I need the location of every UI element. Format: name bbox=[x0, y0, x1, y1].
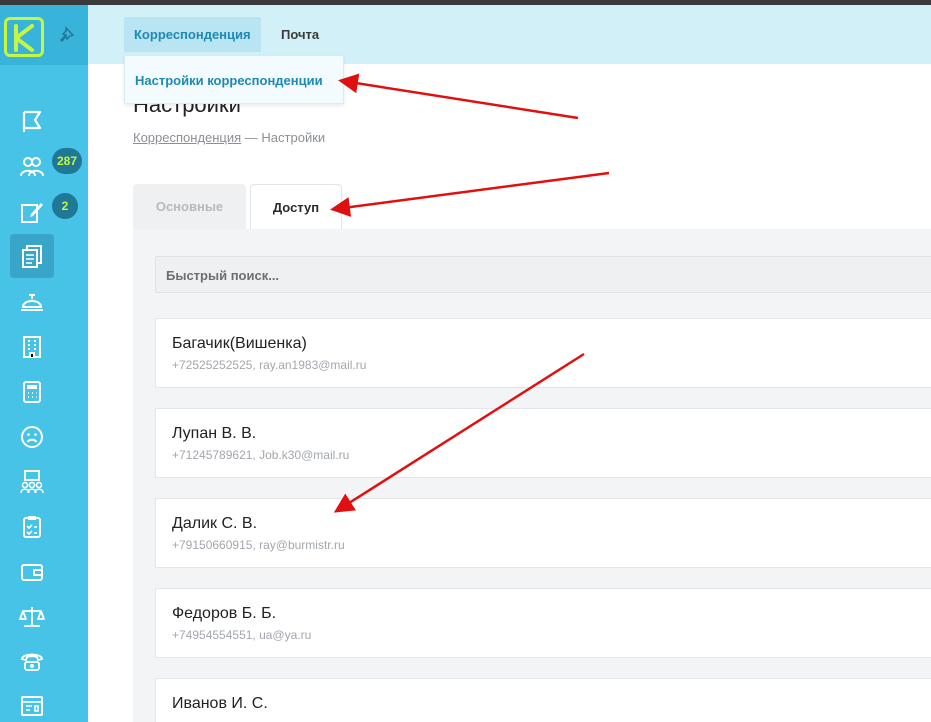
list-item[interactable]: Иванов И. С. bbox=[155, 678, 931, 722]
breadcrumb-separator: — bbox=[241, 130, 262, 145]
arrow-to-settings-item bbox=[338, 73, 579, 120]
window-icon bbox=[21, 696, 43, 716]
breadcrumb: Корреспонденция — Настройки bbox=[133, 130, 325, 145]
sad-face-icon bbox=[21, 426, 43, 448]
breadcrumb-link[interactable]: Корреспонденция bbox=[133, 130, 241, 145]
sidebar-item-calculator[interactable] bbox=[10, 370, 54, 414]
phone-icon bbox=[21, 653, 43, 671]
sidebar-item-window[interactable] bbox=[10, 684, 54, 722]
sidebar-item-complaints[interactable] bbox=[10, 415, 54, 459]
flag-icon bbox=[22, 110, 42, 132]
documents-icon bbox=[22, 245, 42, 268]
list-item[interactable]: Далик С. В. +79150660915, ray@burmistr.r… bbox=[155, 498, 931, 568]
sidebar-item-documents[interactable] bbox=[10, 234, 54, 278]
scales-icon bbox=[19, 607, 45, 627]
logo-icon[interactable] bbox=[4, 17, 44, 57]
sidebar-item-service[interactable] bbox=[10, 280, 54, 324]
sidebar-item-tasks[interactable] bbox=[10, 505, 54, 549]
tab-correspondence[interactable]: Корреспонденция bbox=[124, 17, 261, 52]
breadcrumb-current: Настройки bbox=[261, 130, 326, 145]
calculator-icon bbox=[23, 381, 41, 403]
edit-icon bbox=[21, 203, 43, 223]
contact-details: +74954554551, ua@ya.ru bbox=[172, 628, 312, 642]
sidebar-item-building[interactable] bbox=[10, 325, 54, 369]
sidebar: 287 2 bbox=[0, 5, 88, 722]
edit-badge: 2 bbox=[52, 193, 78, 219]
correspondence-dropdown: Настройки корреспонденции bbox=[124, 55, 344, 104]
sidebar-item-people[interactable] bbox=[10, 145, 54, 189]
sidebar-item-legal[interactable] bbox=[10, 595, 54, 639]
sidebar-item-phone[interactable] bbox=[10, 639, 54, 683]
search-placeholder: Быстрый поиск... bbox=[166, 268, 280, 283]
contact-name: Иванов И. С. bbox=[172, 695, 268, 712]
list-item[interactable]: Федоров Б. Б. +74954554551, ua@ya.ru bbox=[155, 588, 931, 658]
contact-details: +71245789621, Job.k30@mail.ru bbox=[172, 448, 350, 462]
building-icon bbox=[23, 336, 41, 358]
list-item[interactable]: Лупан В. В. +71245789621, Job.k30@mail.r… bbox=[155, 408, 931, 478]
tab-general[interactable]: Основные bbox=[133, 184, 246, 229]
contact-name: Далик С. В. bbox=[172, 515, 258, 532]
service-bell-icon bbox=[21, 294, 43, 311]
contact-details: +72525252525, ray.an1983@mail.ru bbox=[172, 358, 367, 372]
contact-name: Багачик(Вишенка) bbox=[172, 335, 307, 352]
sidebar-item-meetings[interactable] bbox=[10, 460, 54, 504]
wallet-icon bbox=[21, 564, 43, 581]
meeting-icon bbox=[20, 470, 44, 494]
list-item[interactable]: Багачик(Вишенка) +72525252525, ray.an198… bbox=[155, 318, 931, 388]
contact-name: Федоров Б. Б. bbox=[172, 605, 277, 622]
sidebar-header bbox=[0, 5, 88, 65]
search-input[interactable]: Быстрый поиск... bbox=[155, 256, 931, 293]
clipboard-check-icon bbox=[23, 516, 41, 538]
tab-mail[interactable]: Почта bbox=[271, 17, 329, 52]
sidebar-item-edit[interactable] bbox=[10, 190, 54, 234]
sidebar-item-wallet[interactable] bbox=[10, 550, 54, 594]
sidebar-item-flag[interactable] bbox=[10, 100, 54, 144]
pin-icon[interactable] bbox=[58, 25, 78, 45]
dropdown-item-settings[interactable]: Настройки корреспонденции bbox=[135, 73, 323, 88]
people-badge: 287 bbox=[52, 148, 83, 174]
people-icon bbox=[20, 157, 44, 177]
tab-access[interactable]: Доступ bbox=[250, 184, 342, 229]
contact-name: Лупан В. В. bbox=[172, 425, 257, 442]
contact-details: +79150660915, ray@burmistr.ru bbox=[172, 538, 345, 552]
arrow-to-access-tab bbox=[330, 171, 610, 217]
